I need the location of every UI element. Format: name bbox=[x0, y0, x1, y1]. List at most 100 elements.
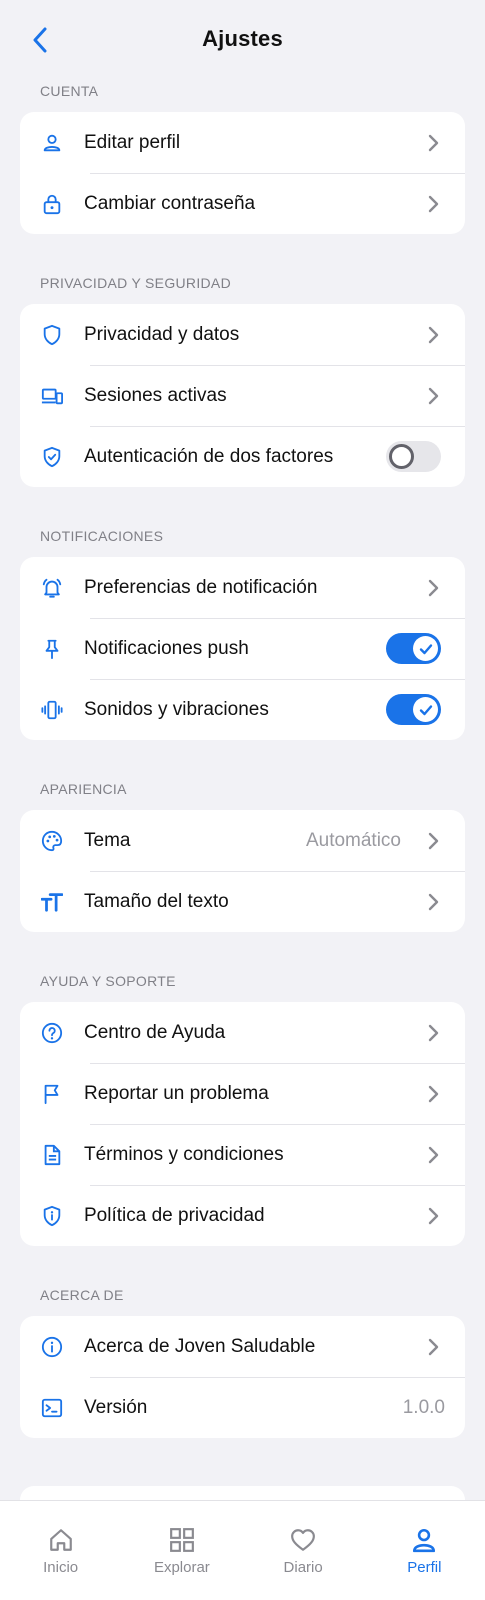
toggle-knob bbox=[413, 636, 438, 661]
terminal-icon bbox=[41, 1398, 63, 1417]
toggle-switch[interactable] bbox=[386, 694, 441, 725]
section-label: APARIENCIA bbox=[40, 781, 127, 797]
settings-row-privacidad-y-datos[interactable]: Privacidad y datos bbox=[20, 304, 465, 365]
row-icon bbox=[40, 1143, 64, 1167]
flag-icon bbox=[44, 1084, 59, 1104]
help-circle-icon bbox=[41, 1022, 63, 1043]
row-icon bbox=[40, 637, 64, 661]
section-label: CUENTA bbox=[40, 83, 99, 99]
row-icon bbox=[40, 1204, 64, 1228]
chevron-right-icon bbox=[427, 1207, 439, 1225]
settings-row-version: Versión 1.0.0 bbox=[20, 1377, 465, 1438]
toggle-switch[interactable] bbox=[386, 441, 441, 472]
settings-row-tamano-del-texto[interactable]: Tamaño del texto bbox=[20, 871, 465, 932]
toggle-switch[interactable] bbox=[386, 633, 441, 664]
check-icon bbox=[419, 704, 432, 715]
settings-card: Centro de Ayuda Reportar un problema Térmi… bbox=[20, 1002, 465, 1246]
grid-icon bbox=[169, 1528, 194, 1552]
settings-row-editar-perfil[interactable]: Editar perfil bbox=[20, 112, 465, 173]
chevron-right-icon bbox=[427, 195, 439, 213]
row-icon bbox=[40, 131, 64, 155]
page-title: Ajustes bbox=[202, 26, 283, 51]
settings-row-preferencias-de-notificacion[interactable]: Preferencias de notificación bbox=[20, 557, 465, 618]
chevron-right-icon bbox=[427, 832, 439, 850]
chevron-right-icon bbox=[427, 1338, 439, 1356]
row-label: Tema bbox=[84, 829, 131, 851]
chevron-right-icon bbox=[427, 1085, 439, 1103]
settings-row-terminos-y-condiciones[interactable]: Términos y condiciones bbox=[20, 1124, 465, 1185]
row-label: Reportar un problema bbox=[84, 1082, 269, 1104]
info-icon bbox=[41, 1336, 63, 1357]
chevron-right-icon bbox=[427, 326, 439, 344]
tab-perfil[interactable]: Perfil bbox=[364, 1501, 485, 1600]
settings-row-cambiar-contrasena[interactable]: Cambiar contraseña bbox=[20, 173, 465, 234]
row-icon bbox=[40, 890, 64, 914]
settings-card: Acerca de Joven Saludable Versión 1.0.0 bbox=[20, 1316, 465, 1438]
tab-label: Explorar bbox=[153, 1559, 210, 1576]
palette-icon bbox=[41, 830, 63, 851]
section-label: NOTIFICACIONES bbox=[40, 528, 164, 544]
tab-diario[interactable]: Diario bbox=[243, 1501, 364, 1600]
settings-card: Tema Automático Tamaño del texto bbox=[20, 810, 465, 932]
tab-label: Diario bbox=[283, 1559, 323, 1576]
check-icon bbox=[419, 643, 432, 654]
row-icon bbox=[40, 384, 64, 408]
settings-row-sonidos-y-vibraciones[interactable]: Sonidos y vibraciones bbox=[20, 679, 465, 740]
row-icon bbox=[40, 323, 64, 347]
row-icon bbox=[40, 829, 64, 853]
settings-row-reportar-un-problema[interactable]: Reportar un problema bbox=[20, 1063, 465, 1124]
settings-card: Preferencias de notificación Notificacion… bbox=[20, 557, 465, 740]
row-icon bbox=[40, 1396, 64, 1420]
chevron-right-icon bbox=[427, 893, 439, 911]
row-label: Sonidos y vibraciones bbox=[84, 698, 269, 720]
pin-icon bbox=[45, 639, 59, 659]
row-value: Automático bbox=[305, 829, 401, 851]
text-size-icon bbox=[41, 892, 63, 912]
tab-inicio[interactable]: Inicio bbox=[0, 1501, 121, 1600]
row-icon bbox=[40, 1021, 64, 1045]
row-label: Notificaciones push bbox=[84, 637, 249, 659]
row-label: Términos y condiciones bbox=[84, 1143, 284, 1165]
row-value: 1.0.0 bbox=[402, 1396, 445, 1418]
tab-bar: Inicio Explorar Diario Perfil bbox=[0, 1500, 485, 1600]
row-label: Versión bbox=[84, 1396, 148, 1418]
devices-icon bbox=[41, 388, 63, 404]
row-label: Preferencias de notificación bbox=[84, 576, 318, 598]
header: Ajustes bbox=[0, 0, 485, 80]
section-label: ACERCA DE bbox=[40, 1287, 124, 1303]
chevron-right-icon bbox=[427, 387, 439, 405]
settings-row-autenticacion-de-dos-factores[interactable]: Autenticación de dos factores bbox=[20, 426, 465, 487]
row-label: Sesiones activas bbox=[84, 384, 227, 406]
settings-row-centro-de-ayuda[interactable]: Centro de Ayuda bbox=[20, 1002, 465, 1063]
row-label: Editar perfil bbox=[84, 131, 181, 153]
row-label: Autenticación de dos factores bbox=[84, 445, 334, 467]
settings-row-sesiones-activas[interactable]: Sesiones activas bbox=[20, 365, 465, 426]
settings-row-tema[interactable]: Tema Automático bbox=[20, 810, 465, 871]
shield-icon bbox=[43, 324, 61, 345]
row-icon bbox=[40, 445, 64, 469]
row-label: Privacidad y datos bbox=[84, 323, 240, 345]
home-icon bbox=[49, 1529, 72, 1551]
settings-row-politica-de-privacidad[interactable]: Política de privacidad bbox=[20, 1185, 465, 1246]
row-icon bbox=[40, 192, 64, 216]
chevron-right-icon bbox=[427, 579, 439, 597]
tab-explorar[interactable]: Explorar bbox=[121, 1501, 242, 1600]
settings-row-notificaciones-push[interactable]: Notificaciones push bbox=[20, 618, 465, 679]
heart-icon bbox=[291, 1529, 316, 1551]
section-label: AYUDA Y SOPORTE bbox=[40, 973, 176, 989]
tab-label: Inicio bbox=[43, 1559, 79, 1576]
toggle-knob bbox=[413, 697, 438, 722]
lock-icon bbox=[43, 194, 61, 214]
settings-list: CUENTA Editar perfil Cambiar contraseña PRI… bbox=[0, 72, 485, 1544]
row-icon bbox=[40, 698, 64, 722]
settings-row-acerca-de-joven-saludable[interactable]: Acerca de Joven Saludable bbox=[20, 1316, 465, 1377]
row-label: Cambiar contraseña bbox=[84, 192, 256, 214]
chevron-right-icon bbox=[427, 1024, 439, 1042]
settings-card: Privacidad y datos Sesiones activas Autent… bbox=[20, 304, 465, 487]
row-icon bbox=[40, 576, 64, 600]
toggle-knob bbox=[389, 444, 414, 469]
person-icon bbox=[413, 1528, 436, 1553]
settings-card: Editar perfil Cambiar contraseña bbox=[20, 112, 465, 234]
row-label: Acerca de Joven Saludable bbox=[84, 1335, 316, 1357]
row-icon bbox=[40, 1335, 64, 1359]
